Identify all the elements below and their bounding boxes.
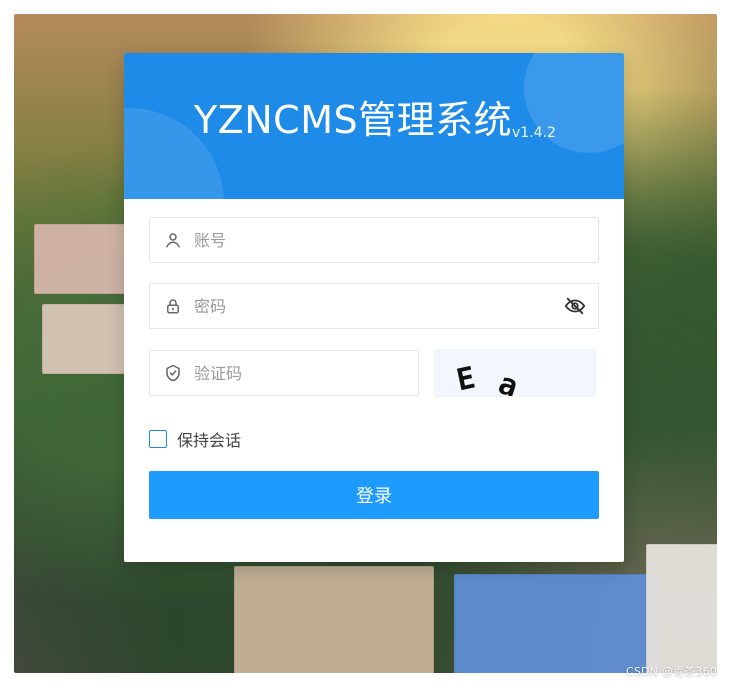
lock-icon — [164, 297, 182, 315]
account-input[interactable] — [194, 218, 598, 262]
captcha-input[interactable] — [194, 351, 418, 395]
login-header: YZNCMS管理系统 v1.4.2 — [124, 53, 624, 199]
captcha-row: E a — [149, 349, 599, 397]
background-building — [34, 224, 126, 294]
password-field — [149, 283, 599, 329]
background-building — [646, 544, 717, 673]
shield-check-icon — [164, 364, 182, 382]
account-field — [149, 217, 599, 263]
captcha-character: a — [494, 366, 523, 397]
background-building — [234, 566, 434, 673]
background-building — [454, 574, 659, 673]
captcha-character: E — [453, 360, 479, 397]
remember-session[interactable]: 保持会话 — [149, 427, 599, 451]
password-input[interactable] — [194, 284, 564, 328]
login-card: YZNCMS管理系统 v1.4.2 账号 验证码 E a 保持会话 登录 — [124, 53, 624, 562]
app-title: YZNCMS管理系统 — [194, 98, 513, 142]
app-version: v1.4.2 — [512, 125, 556, 141]
eye-off-icon[interactable] — [564, 295, 586, 317]
captcha-field — [149, 350, 419, 396]
login-form: E a 保持会话 登录 — [124, 199, 624, 519]
remember-checkbox[interactable] — [149, 430, 167, 448]
user-icon — [164, 231, 182, 249]
captcha-image[interactable]: E a — [434, 349, 596, 397]
watermark: CSDN @青茶360 — [625, 665, 717, 678]
background-building — [42, 304, 130, 374]
remember-label: 保持会话 — [177, 431, 242, 450]
login-button[interactable]: 登录 — [149, 471, 599, 519]
